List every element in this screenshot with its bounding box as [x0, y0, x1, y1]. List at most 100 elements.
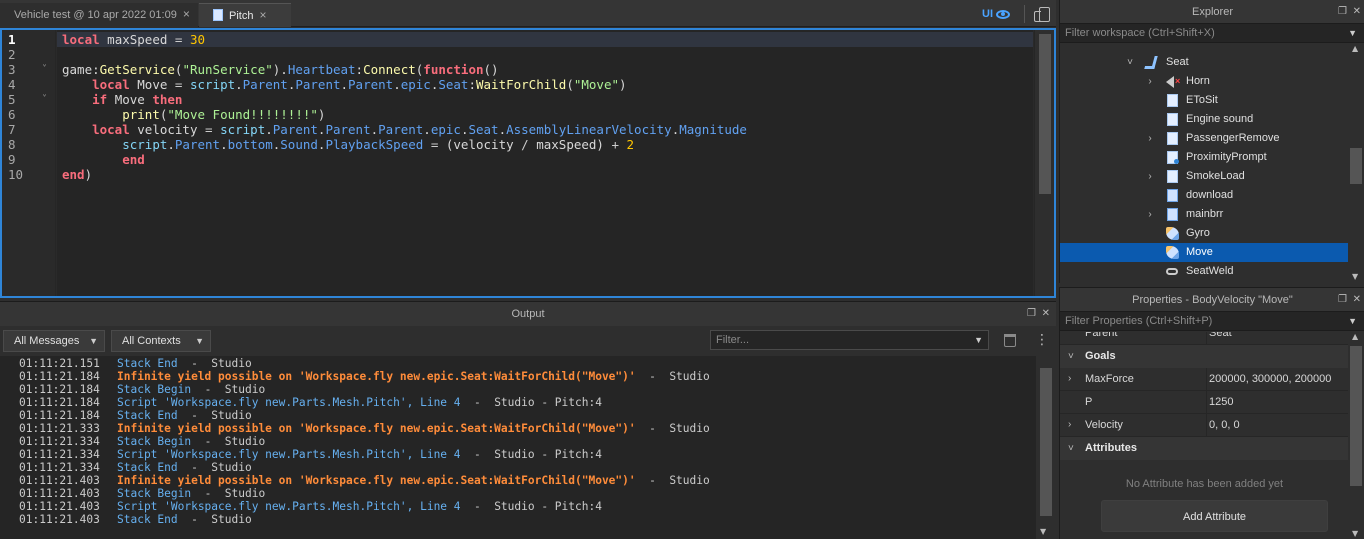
scroll-up-arrow-icon[interactable]: ▲: [1352, 332, 1358, 341]
tree-item-gyro[interactable]: Gyro: [1060, 224, 1349, 243]
tree-item-etosit[interactable]: EToSit: [1060, 91, 1349, 110]
tree-item-engine-sound[interactable]: Engine sound: [1060, 110, 1349, 129]
chevron-right-icon[interactable]: ›: [1144, 72, 1156, 91]
output-log-line[interactable]: 01:11:21.334 Stack Begin - Studio: [0, 435, 1036, 448]
contexts-filter-dropdown[interactable]: All Contexts ▼: [111, 330, 211, 352]
editor-scrollbar[interactable]: [1034, 30, 1054, 296]
tab-pitch[interactable]: Pitch ×: [199, 3, 291, 27]
log-info-message: Stack Begin - Studio: [117, 435, 265, 448]
close-icon[interactable]: ×: [259, 8, 266, 22]
chevron-down-icon[interactable]: ˅: [1068, 345, 1074, 368]
explorer-scrollbar-thumb[interactable]: [1350, 148, 1362, 184]
property-value[interactable]: 1250: [1206, 391, 1349, 413]
log-info-message[interactable]: Script 'Workspace.fly new.Parts.Mesh.Pit…: [117, 448, 602, 461]
scroll-down-arrow-icon[interactable]: ▼: [1040, 527, 1046, 536]
tree-item-proximityprompt[interactable]: ProximityPrompt: [1060, 148, 1349, 167]
section-goals[interactable]: ˅ Goals: [1060, 345, 1349, 368]
output-log-line[interactable]: 01:11:21.184 Stack End - Studio: [0, 409, 1036, 422]
restore-icon[interactable]: ❐: [1027, 302, 1036, 326]
tree-item-move[interactable]: Move: [1060, 243, 1349, 262]
chevron-down-icon[interactable]: ˅: [1068, 437, 1074, 460]
tree-item-horn[interactable]: › × Horn: [1060, 72, 1349, 91]
add-attribute-button[interactable]: Add Attribute: [1101, 500, 1328, 532]
output-scrollbar-thumb[interactable]: [1040, 368, 1052, 516]
tree-item-seat[interactable]: ˅ Seat: [1060, 53, 1349, 72]
log-timestamp: 01:11:21.333: [19, 422, 100, 435]
restore-icon[interactable]: ❐: [1338, 288, 1347, 312]
output-log-line[interactable]: 01:11:21.334 Stack End - Studio: [0, 461, 1036, 474]
output-log-line[interactable]: 01:11:21.151 Stack End - Studio: [0, 357, 1036, 370]
messages-filter-dropdown[interactable]: All Messages ▼: [3, 330, 105, 352]
explorer-pane: Explorer ❐ ✕ Filter workspace (Ctrl+Shif…: [1059, 0, 1364, 283]
output-log-line[interactable]: 01:11:21.403 Infinite yield possible on '…: [0, 474, 1036, 487]
explorer-scrollbar[interactable]: ▲ ▼: [1348, 44, 1364, 283]
output-log-line[interactable]: 01:11:21.184 Script 'Workspace.fly new.Pa…: [0, 396, 1036, 409]
more-options-icon[interactable]: ⋮: [1035, 331, 1049, 349]
tree-item-seatweld[interactable]: SeatWeld: [1060, 262, 1349, 281]
chevron-right-icon[interactable]: ›: [1068, 414, 1071, 436]
output-log-line[interactable]: 01:11:21.184 Infinite yield possible on '…: [0, 370, 1036, 383]
fold-chevron-icon[interactable]: ˅: [42, 62, 52, 77]
output-log-line[interactable]: 01:11:21.184 Stack Begin - Studio: [0, 383, 1036, 396]
log-message-text: Stack End: [117, 513, 178, 526]
close-icon[interactable]: ×: [183, 7, 190, 21]
device-emulator-icon[interactable]: [1034, 6, 1050, 22]
property-value[interactable]: 200000, 300000, 200000: [1206, 368, 1349, 390]
output-scrollbar[interactable]: ▼: [1036, 356, 1056, 539]
property-row-parent[interactable]: Parent Seat: [1060, 332, 1349, 345]
section-attributes[interactable]: ˅ Attributes: [1060, 437, 1349, 460]
output-filter-input[interactable]: Filter... ▼: [710, 330, 989, 350]
property-row-maxforce[interactable]: › MaxForce 200000, 300000, 200000: [1060, 368, 1349, 391]
clear-output-trash-icon[interactable]: [1004, 334, 1016, 347]
log-source: - Studio: [191, 383, 266, 396]
chevron-right-icon[interactable]: ›: [1144, 205, 1156, 224]
fold-chevron-icon[interactable]: ˅: [42, 92, 52, 107]
property-row-p[interactable]: P 1250: [1060, 391, 1349, 414]
close-icon[interactable]: ✕: [1042, 302, 1050, 326]
chevron-right-icon[interactable]: ›: [1144, 167, 1156, 186]
line-number: 6: [8, 107, 16, 122]
tab-vehicle-test[interactable]: Vehicle test @ 10 apr 2022 01:09 ×: [0, 3, 198, 27]
property-value[interactable]: 0, 0, 0: [1206, 414, 1349, 436]
chevron-right-icon[interactable]: ›: [1144, 129, 1156, 148]
chevron-down-icon[interactable]: ˅: [1124, 53, 1136, 72]
log-message-text: Stack Begin: [117, 383, 192, 396]
scroll-up-arrow-icon[interactable]: ▲: [1352, 44, 1358, 53]
output-log-line[interactable]: 01:11:21.333 Infinite yield possible on '…: [0, 422, 1036, 435]
tree-item-passengerremove[interactable]: › PassengerRemove: [1060, 129, 1349, 148]
ui-toggle-label: UI: [982, 8, 993, 20]
explorer-filter-input[interactable]: Filter workspace (Ctrl+Shift+X) ▼: [1060, 23, 1364, 43]
script-editor-pane: Vehicle test @ 10 apr 2022 01:09 × Pitch ×…: [0, 0, 1056, 298]
property-row-velocity[interactable]: › Velocity 0, 0, 0: [1060, 414, 1349, 437]
editor-scrollbar-thumb[interactable]: [1039, 34, 1051, 194]
tree-item-download[interactable]: download: [1060, 186, 1349, 205]
log-info-message[interactable]: Script 'Workspace.fly new.Parts.Mesh.Pit…: [117, 396, 602, 409]
properties-filter-input[interactable]: Filter Properties (Ctrl+Shift+P) ▼: [1060, 311, 1364, 331]
log-source: - Studio - Pitch:4: [460, 396, 602, 409]
output-log-line[interactable]: 01:11:21.403 Stack End - Studio: [0, 513, 1036, 526]
chevron-right-icon[interactable]: ›: [1068, 368, 1071, 390]
close-icon[interactable]: ✕: [1353, 288, 1361, 312]
restore-icon[interactable]: ❐: [1338, 0, 1347, 24]
code-text-area[interactable]: local maxSpeed = 30 game:GetService("Run…: [57, 30, 1033, 296]
code-editor[interactable]: 1 2 3 4 5 6 7 8 9 10 ˅ ˅ local maxSpeed …: [0, 28, 1056, 298]
output-log[interactable]: 01:11:21.151 Stack End - Studio 01:11:21.1…: [0, 356, 1036, 539]
scroll-down-arrow-icon[interactable]: ▼: [1352, 272, 1358, 281]
tree-item-smokeload[interactable]: › SmokeLoad: [1060, 167, 1349, 186]
scroll-down-arrow-icon[interactable]: ▼: [1352, 529, 1358, 538]
code-line-9: end: [122, 152, 145, 167]
property-value[interactable]: Seat: [1206, 332, 1349, 344]
output-log-line[interactable]: 01:11:21.403 Stack Begin - Studio: [0, 487, 1036, 500]
script-icon: [213, 9, 223, 22]
close-icon[interactable]: ✕: [1353, 0, 1361, 24]
explorer-tree: ˅ Seat › × Horn EToSit Engine sound › Pa…: [1060, 44, 1349, 283]
properties-scrollbar-thumb[interactable]: [1350, 346, 1362, 486]
log-timestamp: 01:11:21.334: [19, 435, 100, 448]
properties-scrollbar[interactable]: ▲ ▼: [1348, 332, 1364, 539]
ui-visibility-toggle[interactable]: UI: [982, 8, 1010, 20]
output-log-line[interactable]: 01:11:21.403 Script 'Workspace.fly new.Pa…: [0, 500, 1036, 513]
local-script-icon: [1167, 208, 1178, 221]
tree-item-mainbrr[interactable]: › mainbrr: [1060, 205, 1349, 224]
log-info-message[interactable]: Script 'Workspace.fly new.Parts.Mesh.Pit…: [117, 500, 602, 513]
output-log-line[interactable]: 01:11:21.334 Script 'Workspace.fly new.Pa…: [0, 448, 1036, 461]
